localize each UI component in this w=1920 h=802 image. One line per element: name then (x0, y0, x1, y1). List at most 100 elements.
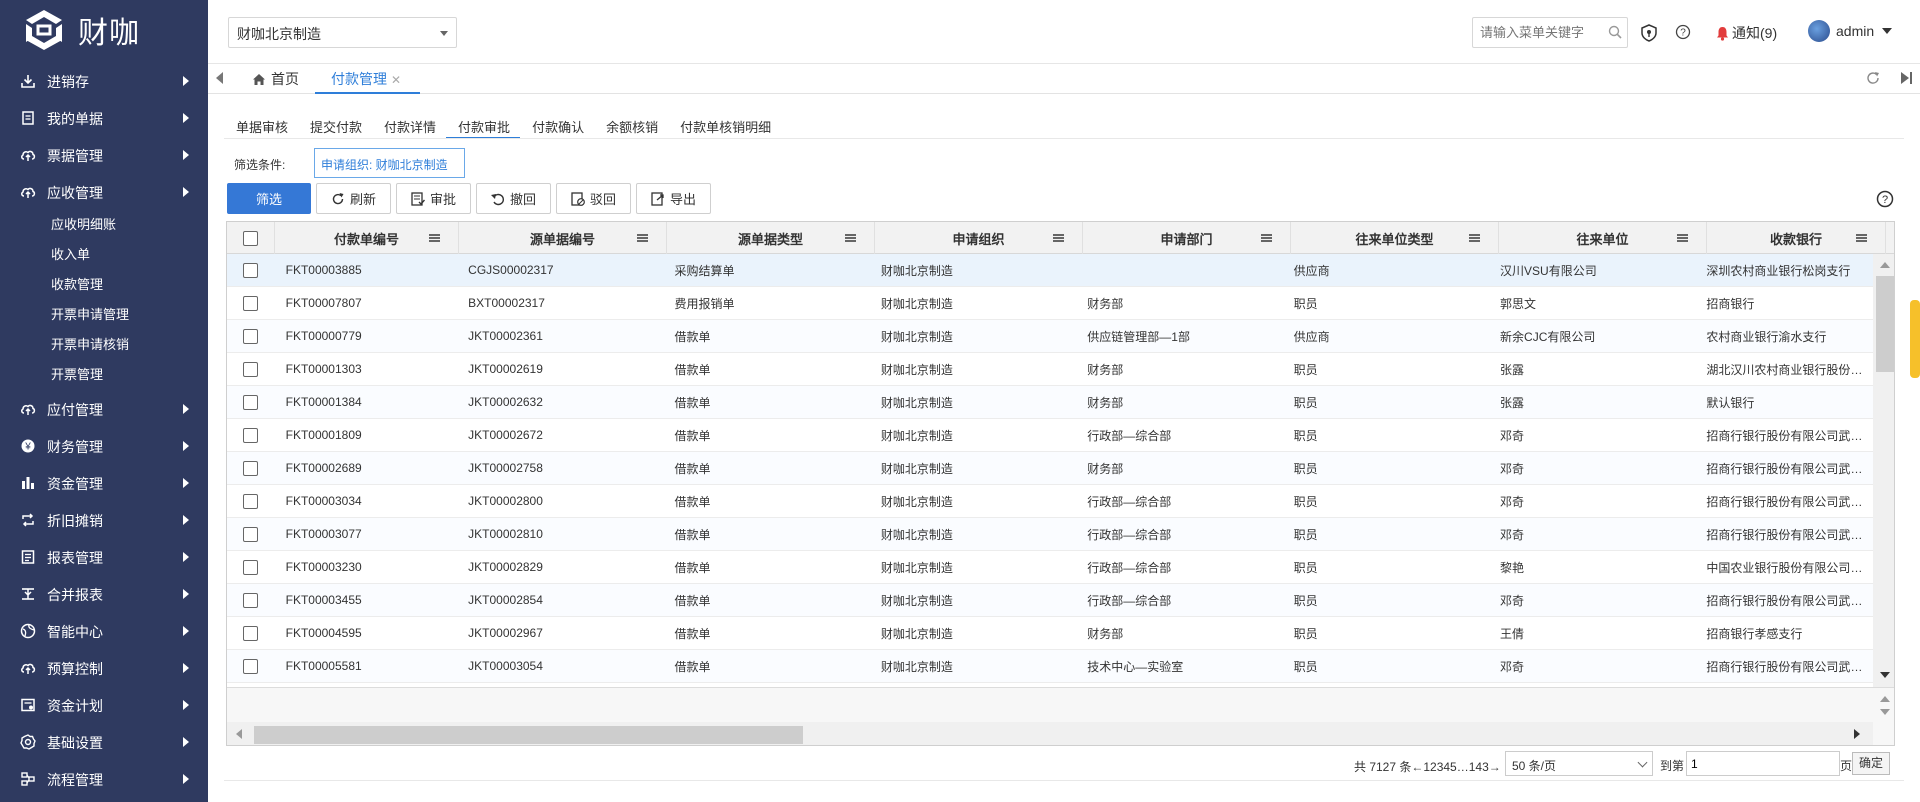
pager-summary[interactable]: 共 7127 条←12345…143→ (1354, 753, 1501, 780)
column-menu-icon[interactable] (1261, 234, 1272, 242)
column-header[interactable]: 往来单位类型 (1291, 222, 1499, 254)
sidebar-item-14[interactable]: 流程管理 (0, 760, 208, 797)
table-row[interactable]: FKT00000779 JKT00002361 借款单 财咖北京制造 供应链管理部—1部… (227, 320, 1873, 353)
table-row[interactable]: FKT00001809 JKT00002672 借款单 财咖北京制造 行政部—综合部 职员… (227, 419, 1873, 452)
scroll-thumb[interactable] (1876, 276, 1894, 372)
search-icon[interactable] (1608, 25, 1622, 39)
row-checkbox[interactable] (243, 559, 259, 575)
org-select[interactable]: 财咖北京制造 (228, 17, 457, 48)
sidebar-subitem[interactable]: 收款管理 (0, 270, 208, 300)
sidebar-item-11[interactable]: 预算控制 (0, 649, 208, 686)
column-menu-icon[interactable] (429, 234, 440, 242)
row-checkbox[interactable] (243, 295, 259, 311)
sidebar-item-5[interactable]: ¥ 财务管理 (0, 427, 208, 464)
subtab[interactable]: 付款审批 (446, 114, 521, 139)
select-all-checkbox[interactable] (243, 230, 258, 246)
export-button[interactable]: 导出 (636, 183, 711, 214)
user-menu[interactable]: admin (1808, 20, 1893, 42)
subtab[interactable]: 付款详情 (372, 114, 446, 139)
column-header[interactable]: 申请部门 (1083, 222, 1291, 254)
table-row[interactable]: FKT00003034 JKT00002800 借款单 财咖北京制造 行政部—综合部 职员… (227, 485, 1873, 518)
sidebar-item-10[interactable]: 智能中心 (0, 612, 208, 649)
table-row[interactable]: FKT00004595 JKT00002967 借款单 财咖北京制造 财务部 职员 王倩 招商… (227, 617, 1873, 650)
table-row[interactable]: FKT00003455 JKT00002854 借款单 财咖北京制造 行政部—综合部 职员… (227, 584, 1873, 617)
sidebar-subitem[interactable]: 开票申请管理 (0, 300, 208, 330)
reject-button[interactable]: 驳回 (556, 183, 631, 214)
table-row[interactable]: FKT00003230 JKT00002829 借款单 财咖北京制造 行政部—综合部 职员… (227, 551, 1873, 584)
row-checkbox[interactable] (243, 361, 259, 377)
table-row[interactable]: FKT00001303 JKT00002619 借款单 财咖北京制造 财务部 职员 张露 湖北… (227, 353, 1873, 386)
column-header[interactable]: 源单据类型 (667, 222, 875, 254)
scroll-down-icon[interactable] (1880, 672, 1890, 678)
column-header[interactable]: 源单据编号 (459, 222, 667, 254)
footer-scroll-down-icon[interactable] (1880, 709, 1890, 715)
table-row[interactable]: FKT00003885 CGJS00002317 采购结算单 财咖北京制造 供应商 汉川V… (227, 254, 1873, 287)
tab-scroll-left-icon[interactable] (216, 72, 223, 84)
close-icon[interactable]: ✕ (391, 73, 401, 87)
sidebar-item-0[interactable]: 进销存 (0, 62, 208, 99)
refresh-icon[interactable] (1865, 70, 1881, 86)
sidebar-item-7[interactable]: 折旧摊销 (0, 501, 208, 538)
row-checkbox[interactable] (243, 526, 259, 542)
goto-page-input[interactable] (1686, 751, 1840, 776)
column-menu-icon[interactable] (637, 234, 648, 242)
sidebar-item-4[interactable]: 应付管理 (0, 390, 208, 427)
scroll-up-icon[interactable] (1880, 262, 1890, 268)
subtab[interactable]: 付款单核销明细 (668, 114, 781, 139)
footer-scroll-up-icon[interactable] (1880, 696, 1890, 702)
row-checkbox[interactable] (243, 493, 259, 509)
header-select-all[interactable] (227, 222, 275, 254)
tab-scroll-right-icon[interactable] (1898, 70, 1914, 86)
row-checkbox[interactable] (243, 625, 259, 641)
subtab[interactable]: 单据审核 (224, 114, 298, 139)
scroll-right-icon[interactable] (1854, 729, 1860, 739)
table-row[interactable]: FKT00003077 JKT00002810 借款单 财咖北京制造 行政部—综合部 职员… (227, 518, 1873, 551)
logo[interactable]: 财咖 (18, 8, 140, 52)
shield-icon[interactable] (1641, 24, 1657, 42)
sidebar-item-2[interactable]: 票据管理 (0, 136, 208, 173)
vertical-scrollbar[interactable] (1873, 254, 1894, 687)
withdraw-button[interactable]: 撤回 (476, 183, 551, 214)
sidebar-subitem[interactable]: 开票申请核销 (0, 330, 208, 360)
row-checkbox[interactable] (243, 328, 259, 344)
help-icon[interactable]: ? (1675, 24, 1691, 40)
filter-button[interactable]: 筛选 (227, 183, 311, 214)
sidebar-subitem[interactable]: 开票管理 (0, 360, 208, 390)
column-menu-icon[interactable] (845, 234, 856, 242)
column-header[interactable]: 收款银行 (1707, 222, 1886, 254)
row-checkbox[interactable] (243, 592, 259, 608)
sidebar-item-1[interactable]: 我的单据 (0, 99, 208, 136)
subtab[interactable]: 提交付款 (298, 114, 372, 139)
subtab[interactable]: 余额核销 (594, 114, 668, 139)
sidebar-item-6[interactable]: 资金管理 (0, 464, 208, 501)
table-row[interactable]: FKT00001384 JKT00002632 借款单 财咖北京制造 财务部 职员 张露 默认… (227, 386, 1873, 419)
row-checkbox[interactable] (243, 658, 259, 674)
menu-search-input[interactable] (1472, 17, 1628, 48)
sidebar-item-13[interactable]: 基础设置 (0, 723, 208, 760)
column-menu-icon[interactable] (1469, 234, 1480, 242)
column-menu-icon[interactable] (1053, 234, 1064, 242)
page-size-select[interactable]: 50 条/页 (1505, 751, 1653, 776)
sidebar-subitem[interactable]: 收入单 (0, 240, 208, 270)
confirm-button[interactable]: 确定 (1852, 752, 1890, 775)
column-menu-icon[interactable] (1677, 234, 1688, 242)
subtab[interactable]: 付款确认 (520, 114, 594, 139)
table-row[interactable]: FKT00002689 JKT00002758 借款单 财咖北京制造 财务部 职员 邓奇 招商… (227, 452, 1873, 485)
row-checkbox[interactable] (243, 394, 259, 410)
table-row[interactable]: FKT00005581 JKT00003054 借款单 财咖北京制造 技术中心—实验室 职… (227, 650, 1873, 683)
tab-home[interactable]: 首页 (252, 69, 299, 89)
column-header[interactable]: 往来单位 (1499, 222, 1707, 254)
refresh-button[interactable]: 刷新 (316, 183, 391, 214)
tab-payment-management[interactable]: 付款管理 ✕ (315, 64, 420, 94)
column-menu-icon[interactable] (1856, 234, 1867, 242)
sidebar-item-9[interactable]: 合并报表 (0, 575, 208, 612)
sidebar-subitem[interactable]: 应收明细账 (0, 210, 208, 240)
scroll-thumb[interactable] (254, 726, 803, 744)
column-header[interactable]: 付款单编号 (275, 222, 459, 254)
notification-button[interactable]: 通知(9) (1716, 23, 1777, 43)
approve-button[interactable]: 审批 (396, 183, 471, 214)
row-checkbox[interactable] (243, 460, 259, 476)
sidebar-item-8[interactable]: 报表管理 (0, 538, 208, 575)
horizontal-scrollbar[interactable] (227, 722, 1873, 745)
table-row[interactable]: FKT00007807 BXT00002317 费用报销单 财咖北京制造 财务部 职员 郭思… (227, 287, 1873, 320)
